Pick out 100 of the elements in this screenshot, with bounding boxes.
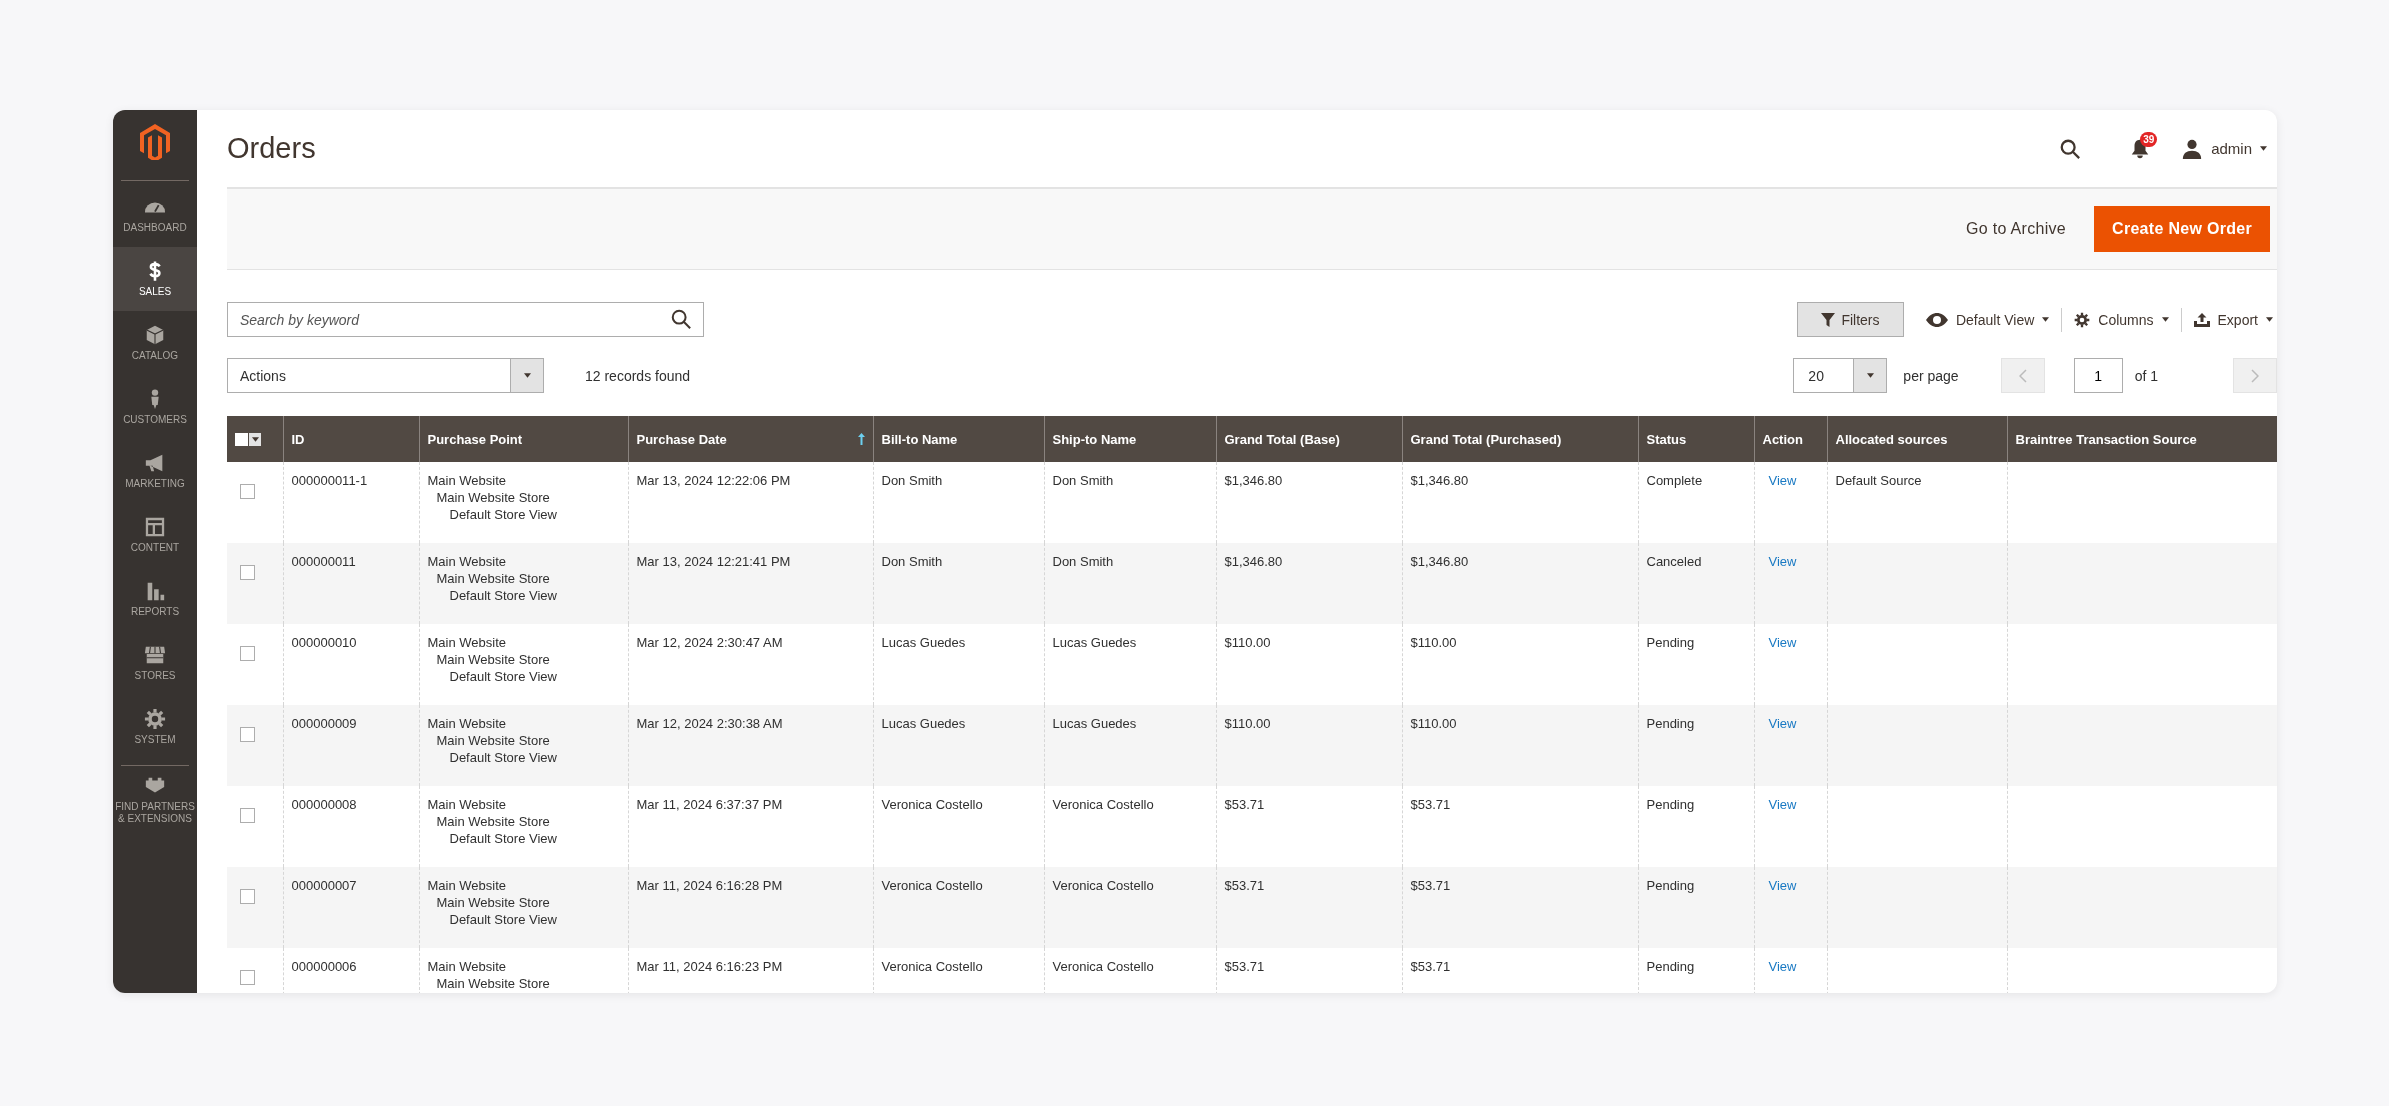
search-icon[interactable]: [2059, 137, 2082, 160]
column-header[interactable]: Grand Total (Purchased): [1402, 416, 1638, 462]
gear-icon: [2074, 311, 2091, 328]
table-cell: Mar 12, 2024 2:30:38 AM: [628, 705, 873, 786]
per-page-label: per page: [1903, 367, 1959, 384]
row-checkbox[interactable]: [240, 646, 255, 661]
sort-arrow-icon: [857, 433, 865, 445]
sidebar-label: MARKETING: [125, 478, 185, 490]
page-size-select[interactable]: 20: [1793, 358, 1888, 393]
table-cell: Veronica Costello: [873, 948, 1044, 993]
table-row[interactable]: 000000009 Main Website Main Website Store Default Store View Mar 12, 2024 2:30:38 AM Lucas Guedes Lucas Guedes $110.00 $110.00 Pending View: [227, 705, 2277, 786]
upload-icon: [2193, 312, 2210, 327]
view-link[interactable]: View: [1762, 797, 1797, 812]
caret-icon: [2042, 317, 2050, 322]
table-cell: Main Website Main Website Store Default Store View: [419, 543, 628, 624]
caret-icon: [2266, 317, 2273, 322]
table-cell: Main Website Main Website Store Default Store View: [419, 867, 628, 948]
table-cell: 000000009: [283, 705, 419, 786]
search-icon[interactable]: [670, 308, 692, 330]
box-icon: [144, 324, 166, 346]
search-field[interactable]: Search by keyword: [227, 302, 704, 337]
view-dropdown[interactable]: Default View: [1913, 311, 2062, 328]
table-cell: Veronica Costello: [873, 867, 1044, 948]
column-header[interactable]: Braintree Transaction Source: [2007, 416, 2277, 462]
view-link[interactable]: View: [1762, 635, 1797, 650]
sidebar-item[interactable]: CUSTOMERS: [113, 375, 197, 439]
table-row[interactable]: 000000007 Main Website Main Website Store Default Store View Mar 11, 2024 6:16:28 PM Veronica Costello Veronica Costello $53.71 $53.71 Pending View: [227, 867, 2277, 948]
layout-icon: [144, 516, 166, 538]
view-link[interactable]: View: [1762, 716, 1797, 731]
column-header[interactable]: Allocated sources: [1827, 416, 2007, 462]
table-cell: $110.00: [1216, 705, 1402, 786]
page-input[interactable]: 1: [2073, 358, 2123, 393]
sidebar-label: STORES: [134, 670, 176, 682]
caret-icon: [523, 373, 531, 378]
filters-button[interactable]: Filters: [1796, 302, 1904, 337]
column-header[interactable]: Action: [1754, 416, 1827, 462]
column-header[interactable]: Bill-to Name: [873, 416, 1044, 462]
logo-icon[interactable]: [140, 124, 170, 160]
column-header[interactable]: ID: [283, 416, 419, 462]
archive-link[interactable]: Go to Archive: [1966, 220, 2067, 238]
sidebar-item[interactable]: REPORTS: [113, 567, 197, 631]
chevron-left-icon: [2018, 368, 2027, 383]
table-cell: 000000006: [283, 948, 419, 993]
create-order-button[interactable]: Create New Order: [2094, 206, 2270, 252]
table-cell: Pending: [1638, 948, 1754, 993]
view-link[interactable]: View: [1762, 473, 1797, 488]
view-link[interactable]: View: [1762, 878, 1797, 893]
sidebar-item[interactable]: MARKETING: [113, 439, 197, 503]
table-cell: Main Website Main Website Store: [419, 948, 628, 993]
eye-icon: [1925, 312, 1948, 327]
table-cell: Veronica Costello: [1044, 948, 1216, 993]
table-row[interactable]: 000000011 Main Website Main Website Store Default Store View Mar 13, 2024 12:21:41 PM Don Smith Don Smith $1,346.80 $1,346.80 Canceled View: [227, 543, 2277, 624]
sidebar-item[interactable]: CONTENT: [113, 503, 197, 567]
table-cell: Mar 11, 2024 6:16:23 PM: [628, 948, 873, 993]
sidebar-label: SYSTEM: [134, 734, 176, 746]
caret-icon: [2260, 146, 2267, 151]
column-header[interactable]: Ship-to Name: [1044, 416, 1216, 462]
sidebar-item[interactable]: DASHBOARD: [113, 183, 197, 247]
table-cell: Don Smith: [873, 543, 1044, 624]
column-header[interactable]: Purchase Date: [628, 416, 873, 462]
sidebar-item[interactable]: SYSTEM: [113, 695, 197, 759]
column-header[interactable]: Grand Total (Base): [1216, 416, 1402, 462]
view-link[interactable]: View: [1762, 554, 1797, 569]
column-header[interactable]: Status: [1638, 416, 1754, 462]
export-dropdown[interactable]: Export: [2181, 311, 2277, 328]
sidebar-item[interactable]: SALES: [113, 247, 197, 311]
sidebar-label: SALES: [138, 286, 172, 298]
view-link[interactable]: View: [1762, 959, 1797, 974]
table-cell: $53.71: [1402, 948, 1638, 993]
actions-select[interactable]: Actions: [227, 358, 544, 393]
table-row[interactable]: 000000006 Main Website Main Website Store Mar 11, 2024 6:16:23 PM Veronica Costello Veronica Costello $53.71 $53.71 Pending View: [227, 948, 2277, 993]
table-cell: Lucas Guedes: [1044, 705, 1216, 786]
table-cell: Veronica Costello: [1044, 867, 1216, 948]
table-cell: Pending: [1638, 867, 1754, 948]
user-name: admin: [2211, 140, 2252, 157]
row-checkbox[interactable]: [240, 889, 255, 904]
table-cell: 000000011: [283, 543, 419, 624]
sidebar-item[interactable]: STORES: [113, 631, 197, 695]
sidebar-item[interactable]: FIND PARTNERS & EXTENSIONS: [113, 768, 197, 832]
sidebar-label: DASHBOARD: [123, 222, 187, 234]
table-cell: Lucas Guedes: [873, 705, 1044, 786]
caret-icon: [251, 436, 259, 442]
user-icon: [2181, 137, 2204, 160]
sidebar-item[interactable]: CATALOG: [113, 311, 197, 375]
sidebar-label: CATALOG: [131, 350, 179, 362]
table-cell: $110.00: [1402, 705, 1638, 786]
table-cell: $53.71: [1216, 867, 1402, 948]
row-checkbox[interactable]: [240, 565, 255, 580]
row-checkbox[interactable]: [240, 808, 255, 823]
page-title: Orders: [227, 132, 317, 165]
row-checkbox[interactable]: [240, 484, 255, 499]
table-cell: Pending: [1638, 705, 1754, 786]
notification-badge: 39: [2140, 131, 2158, 147]
row-checkbox[interactable]: [240, 727, 255, 742]
column-header[interactable]: Purchase Point: [419, 416, 628, 462]
row-checkbox[interactable]: [240, 970, 255, 985]
gear-icon: [144, 708, 166, 730]
funnel-icon: [1821, 312, 1836, 327]
columns-dropdown[interactable]: Columns: [2062, 311, 2181, 328]
user-menu[interactable]: admin: [2181, 137, 2267, 160]
